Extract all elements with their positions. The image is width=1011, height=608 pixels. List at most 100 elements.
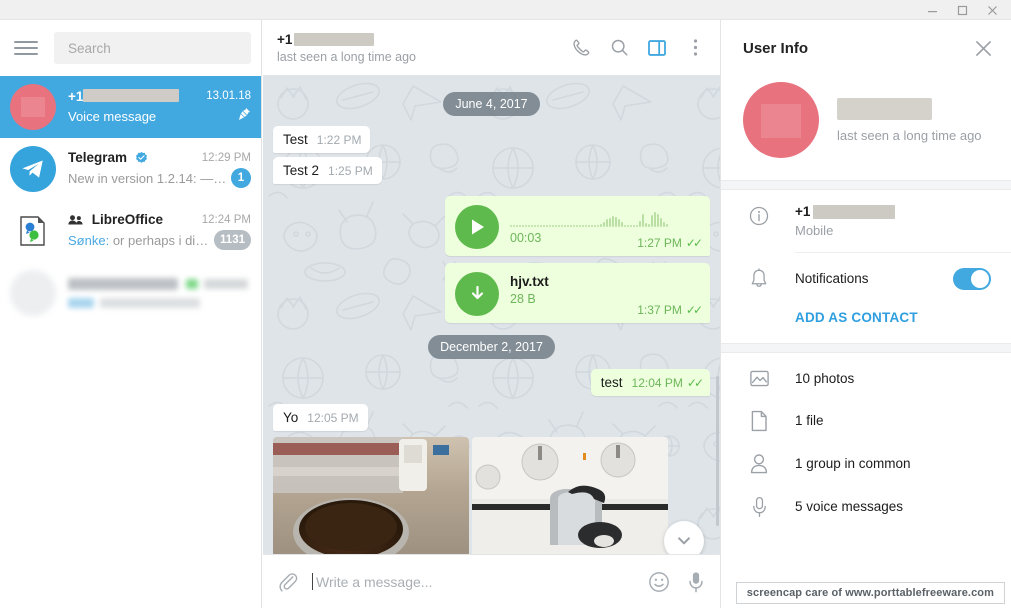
search-input[interactable]: Search	[54, 32, 251, 64]
message-bubble-incoming[interactable]: Yo 12:05 PM	[273, 404, 368, 431]
shared-files-label: 1 file	[795, 413, 824, 428]
text-caret	[312, 573, 313, 590]
chat-list-item-libreoffice[interactable]: LibreOffice 12:24 PM Sønke: or perhaps i…	[0, 200, 261, 262]
notifications-label: Notifications	[795, 271, 869, 286]
voice-waveform[interactable]	[510, 207, 700, 227]
coffee-grounds-photo[interactable]	[273, 437, 469, 557]
notifications-row[interactable]: Notifications	[721, 253, 1011, 304]
date-divider: June 4, 2017	[443, 92, 540, 116]
info-panel-icon[interactable]	[640, 31, 674, 65]
pin-icon	[237, 107, 251, 126]
photo-icon	[745, 367, 773, 389]
message-list[interactable]: June 4, 2017 Test 1:22 PM Test 2 1:25 PM	[263, 76, 720, 573]
microphone-icon	[745, 495, 773, 518]
groups-in-common-row[interactable]: 1 group in common	[721, 442, 1011, 485]
redacted-profile-name	[837, 97, 932, 120]
avatar[interactable]	[743, 82, 819, 158]
read-receipt-icon: ✓✓	[686, 376, 704, 390]
close-icon[interactable]	[969, 34, 997, 62]
add-as-contact-button[interactable]: ADD AS CONTACT	[721, 304, 1011, 343]
message-text: test	[600, 375, 623, 390]
photo-album-group	[273, 437, 710, 557]
chat-item-name: +1	[68, 88, 180, 104]
voice-messages-row[interactable]: 5 voice messages	[721, 485, 1011, 528]
notifications-toggle[interactable]	[953, 267, 991, 290]
person-icon	[745, 452, 773, 475]
shared-photos-row[interactable]: 10 photos	[721, 353, 1011, 399]
chat-item-time: 13.01.18	[206, 90, 251, 102]
more-options-icon[interactable]	[678, 31, 712, 65]
watermark: screencap care of www.porttablefreeware.…	[735, 582, 1005, 604]
phone-icon[interactable]	[564, 31, 598, 65]
chat-item-preview: Sønke: or perhaps i di…	[68, 233, 208, 248]
message-row: Test 1:22 PM	[273, 126, 710, 153]
message-input[interactable]: Write a message...	[312, 573, 634, 590]
message-time: 1:27 PM	[637, 236, 682, 250]
profile-status: last seen a long time ago	[837, 127, 982, 143]
emoji-smiley-icon[interactable]	[648, 571, 670, 593]
chat-list-sidebar: Search +1 13.01.18 Voice message Telegra…	[0, 20, 262, 608]
message-bubble-incoming[interactable]: Test 1:22 PM	[273, 126, 371, 153]
hamburger-menu-icon[interactable]	[14, 34, 42, 62]
phone-row[interactable]: +1 Mobile	[721, 190, 1011, 252]
chat-item-name: Telegram	[68, 150, 148, 165]
message-row: Yo 12:05 PM	[273, 404, 710, 431]
download-button[interactable]	[455, 272, 499, 316]
phone-number: +1	[795, 204, 991, 219]
stovetop-kettle-photo[interactable]	[472, 437, 668, 557]
conversation-status: last seen a long time ago	[277, 49, 416, 64]
file-name: hjv.txt	[510, 274, 549, 289]
voice-message-bubble[interactable]: 00:03 1:27 PM ✓✓	[445, 196, 710, 256]
message-meta: 1:27 PM ✓✓	[637, 236, 703, 250]
message-time: 1:37 PM	[637, 303, 682, 317]
chat-list-item-telegram[interactable]: Telegram 12:29 PM New in version 1.2.14:…	[0, 138, 261, 200]
search-icon[interactable]	[602, 31, 636, 65]
blurred-avatar	[10, 270, 56, 316]
read-receipt-icon: ✓✓	[685, 236, 703, 250]
info-panel-title: User Info	[743, 39, 809, 57]
message-time: 1:22 PM	[316, 133, 362, 147]
preview-text: or perhaps i di…	[112, 232, 209, 248]
message-time: 12:04 PM	[631, 376, 683, 390]
profile-summary: last seen a long time ago	[721, 76, 1011, 180]
maximize-button[interactable]	[947, 0, 977, 20]
sidebar-toolbar: Search	[0, 20, 261, 76]
message-bubble-incoming[interactable]: Test 2 1:25 PM	[273, 157, 382, 184]
chat-list-item-active[interactable]: +1 13.01.18 Voice message	[0, 76, 261, 138]
phone-label: Mobile	[795, 223, 834, 238]
message-row: Test 2 1:25 PM	[273, 157, 710, 184]
chat-item-body: +1 13.01.18 Voice message	[68, 88, 251, 126]
message-text: Test 2	[283, 163, 320, 178]
message-placeholder: Write a message...	[316, 573, 433, 590]
date-divider: December 2, 2017	[428, 335, 555, 359]
window-titlebar	[0, 0, 1011, 20]
telegram-logo-avatar	[10, 146, 56, 192]
message-bubble-outgoing[interactable]: test 12:04 PM ✓✓	[590, 369, 710, 396]
paperclip-icon[interactable]	[277, 571, 298, 592]
chat-item-preview: New in version 1.2.14: —…	[68, 170, 227, 186]
conversation-header: +1 last seen a long time ago	[263, 20, 720, 76]
message-time: 12:05 PM	[307, 411, 359, 425]
shared-photos-label: 10 photos	[795, 370, 855, 386]
shared-files-row[interactable]: 1 file	[721, 399, 1011, 442]
message-row: hjv.txt 28 B 1:37 PM ✓✓	[273, 263, 710, 323]
groups-in-common-label: 1 group in common	[795, 456, 911, 471]
section-divider	[721, 343, 1011, 353]
voice-messages-label: 5 voice messages	[795, 499, 904, 514]
search-placeholder: Search	[68, 40, 111, 56]
phone-body: +1 Mobile	[795, 204, 991, 238]
chat-list-item-redacted[interactable]	[0, 262, 261, 324]
chat-item-time: 12:29 PM	[201, 151, 251, 164]
file-message-bubble[interactable]: hjv.txt 28 B 1:37 PM ✓✓	[445, 263, 710, 323]
microphone-icon[interactable]	[686, 571, 706, 593]
notifications-body: Notifications	[795, 267, 991, 290]
conversation-header-actions	[564, 31, 712, 65]
section-divider	[721, 180, 1011, 190]
user-info-panel: User Info last seen a long time ago +1 M…	[720, 20, 1011, 608]
play-button[interactable]	[455, 205, 499, 249]
redacted-name	[83, 88, 180, 102]
minimize-button[interactable]	[917, 0, 947, 20]
unread-badge: 1	[231, 168, 251, 188]
message-meta: 1:37 PM ✓✓	[637, 303, 703, 317]
close-button[interactable]	[977, 0, 1007, 20]
